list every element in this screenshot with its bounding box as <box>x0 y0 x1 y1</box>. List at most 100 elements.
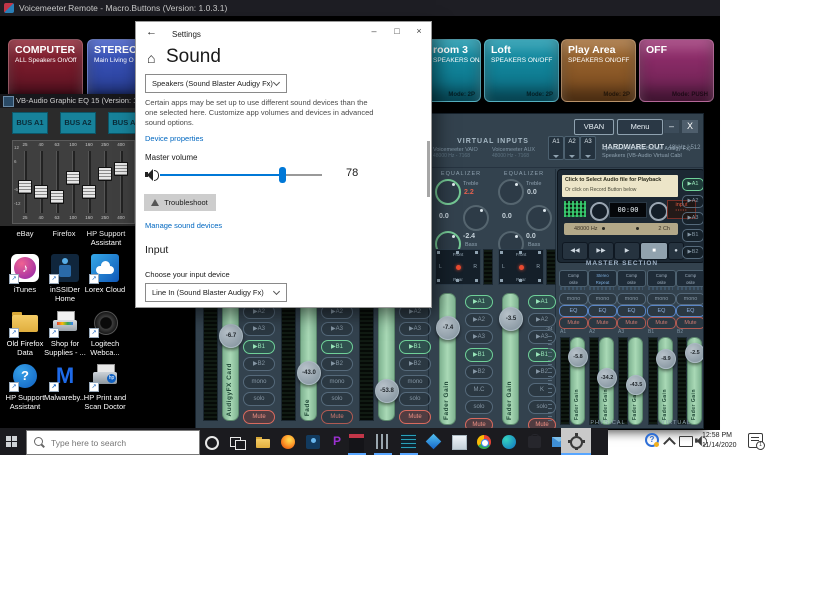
purple-p-app-button[interactable]: P <box>326 430 348 453</box>
close-button[interactable]: × <box>412 26 426 36</box>
hw-strip-1-b2-button[interactable]: ▶B2 <box>243 357 275 371</box>
volume-slider-handle[interactable] <box>279 167 286 183</box>
a1-busmode-button[interactable]: Composite <box>559 270 588 287</box>
a3-mono-button[interactable]: mono <box>617 293 646 305</box>
a3-fader[interactable]: Fader Gain-43.5 <box>628 337 643 425</box>
hw-strip-3-b2-button[interactable]: ▶B2 <box>399 357 431 371</box>
vaio-mc-button[interactable]: M.C <box>465 383 493 397</box>
eq-slider-5[interactable] <box>88 151 91 213</box>
start-button[interactable] <box>0 428 24 455</box>
hw-strip-2-b1-button[interactable]: ▶B1 <box>321 340 353 354</box>
desktop-icon-label-firefox[interactable]: Firefox <box>45 229 83 238</box>
settings-scrollbar[interactable] <box>427 141 430 197</box>
b2-busmode-button[interactable]: Composite <box>676 270 704 287</box>
hw-strip-2-solo-button[interactable]: solo <box>321 392 353 406</box>
inssider-button[interactable] <box>302 430 324 453</box>
macro-button-play-area[interactable]: Play Area SPEAKERS ON/OFF Mode: 2P <box>561 39 636 102</box>
fast-forward-button[interactable]: ▶▶ <box>588 242 614 260</box>
b2-fader[interactable]: Fader Gain-2.5 <box>687 337 702 425</box>
eq-slider-4-thumb[interactable] <box>66 171 80 185</box>
bus-select-a2[interactable]: A2 <box>564 136 580 160</box>
recorder-a2-button[interactable]: ▶A2 <box>682 195 704 208</box>
edge-button[interactable] <box>498 430 520 453</box>
a2-mute-button[interactable]: Mute <box>588 317 617 329</box>
vaio-solo-button[interactable]: solo <box>465 400 493 414</box>
task-view-button[interactable] <box>226 430 248 453</box>
desktop-icon-label-hp-support[interactable]: HP Support Assistant <box>83 229 129 247</box>
eq-slider-5-thumb[interactable] <box>82 185 96 199</box>
desktop-icon-lorex-cloud[interactable]: ↗ <box>91 254 119 282</box>
recorder-file-selector[interactable]: Click to Select Audio file for Playback … <box>562 175 678 197</box>
vaio-b2-button[interactable]: ▶B2 <box>465 365 493 379</box>
recorder-a3-button[interactable]: ▶A3 <box>682 212 704 225</box>
vm-menu-button[interactable]: Menu <box>617 119 663 135</box>
hw-strip-3-mute-button[interactable]: Mute <box>399 410 431 424</box>
aux-mid-knob[interactable] <box>526 205 552 231</box>
sticky-notes-task[interactable] <box>448 430 470 453</box>
settings-task-active[interactable] <box>561 428 591 455</box>
pan-position-dot[interactable] <box>519 265 524 270</box>
file-explorer-button[interactable] <box>252 430 274 453</box>
vaio-pan-box[interactable]: Front L R Rear <box>435 249 481 285</box>
hw-strip-3-fader-knob[interactable]: -53.8 <box>375 379 399 403</box>
vaio-a3-button[interactable]: ▶A3 <box>465 330 493 344</box>
hw-strip-3-mono-button[interactable]: mono <box>399 375 431 389</box>
a3-fader-knob[interactable]: -43.5 <box>626 375 646 395</box>
a1-mute-button[interactable]: Mute <box>559 317 588 329</box>
eq-slider-6[interactable] <box>104 151 107 213</box>
a3-mute-button[interactable]: Mute <box>617 317 646 329</box>
hw-strip-1-fader-knob[interactable]: -6.7 <box>219 324 243 348</box>
recorder-b2-button[interactable]: ▶B2 <box>682 246 704 259</box>
vaio-fader-knob[interactable]: -7.4 <box>436 316 460 340</box>
hw-strip-3-b1-button[interactable]: ▶B1 <box>399 340 431 354</box>
back-arrow-icon[interactable]: ← <box>146 26 157 38</box>
minimize-button[interactable]: – <box>367 26 381 36</box>
a1-fader-knob[interactable]: -5.8 <box>568 347 588 367</box>
taskbar-clock[interactable]: 12:58 PM 11/14/2020 <box>702 431 744 451</box>
desktop-icon-shop-for-supplies[interactable]: ↗ <box>51 308 79 336</box>
vban-button[interactable]: VBAN <box>574 119 614 135</box>
action-center-icon[interactable]: 1 <box>748 433 763 448</box>
rewind-button[interactable]: ◀◀ <box>562 242 588 260</box>
bus-select-a3[interactable]: A3 <box>580 136 596 160</box>
b2-fader-knob[interactable]: -2.5 <box>685 343 704 363</box>
aux-a2-button[interactable]: ▶A2 <box>528 313 556 327</box>
b2-mono-button[interactable]: mono <box>676 293 704 305</box>
vaio-b1-button[interactable]: ▶B1 <box>465 348 493 362</box>
macro-button-off[interactable]: OFF Mode: PUSH <box>639 39 714 102</box>
eq-slider-3-thumb[interactable] <box>50 190 64 204</box>
aux-fader-knob[interactable]: -3.5 <box>499 307 523 331</box>
desktop-icon-malwarebytes[interactable]: M↗ <box>51 362 79 390</box>
eq-slider-1-thumb[interactable] <box>18 180 32 194</box>
voicemeeter-task[interactable] <box>398 430 420 453</box>
hw-strip-2-a3-button[interactable]: ▶A3 <box>321 322 353 336</box>
eq-slider-7[interactable] <box>120 151 123 213</box>
tray-chevron-icon[interactable] <box>663 437 676 450</box>
b1-mono-button[interactable]: mono <box>647 293 676 305</box>
a2-mono-button[interactable]: mono <box>588 293 617 305</box>
eq-slider-2[interactable] <box>40 151 43 213</box>
voicemeeter-macro-buttons-task[interactable] <box>346 430 368 453</box>
macro-button-loft[interactable]: Loft SPEAKERS ON/OFF Mode: 2P <box>484 39 559 102</box>
a1-mono-button[interactable]: mono <box>559 293 588 305</box>
taskbar-search[interactable] <box>26 430 200 455</box>
chrome-button[interactable] <box>473 430 495 453</box>
recorder-b1-button[interactable]: ▶B1 <box>682 229 704 242</box>
a1-eq-button[interactable]: EQ <box>559 305 588 317</box>
a2-fader[interactable]: Fader Gain-34.2 <box>599 337 614 425</box>
volume-slider-track[interactable] <box>160 174 322 176</box>
eq-bus-a1-tab[interactable]: BUS A1 <box>12 112 48 134</box>
maximize-button[interactable]: □ <box>390 26 404 36</box>
desktop-icon-itunes[interactable]: ♪ ↗ <box>11 254 39 282</box>
a1-fader[interactable]: Fader Gain-5.8 <box>570 337 585 425</box>
recorder-a1-button[interactable]: ▶A1 <box>682 178 704 191</box>
b1-fader-knob[interactable]: -8.9 <box>656 349 676 369</box>
b2-mute-button[interactable]: Mute <box>676 317 704 329</box>
a2-eq-button[interactable]: EQ <box>588 305 617 317</box>
input-device-dropdown[interactable]: Line In (Sound Blaster Audigy Fx) <box>145 283 287 302</box>
b1-busmode-button[interactable]: Composite <box>647 270 676 287</box>
hw-strip-2-b2-button[interactable]: ▶B2 <box>321 357 353 371</box>
hw-strip-1-mono-button[interactable]: mono <box>243 375 275 389</box>
hw-strip-2-mute-button[interactable]: Mute <box>321 410 353 424</box>
eq-slider-3[interactable] <box>56 151 59 213</box>
